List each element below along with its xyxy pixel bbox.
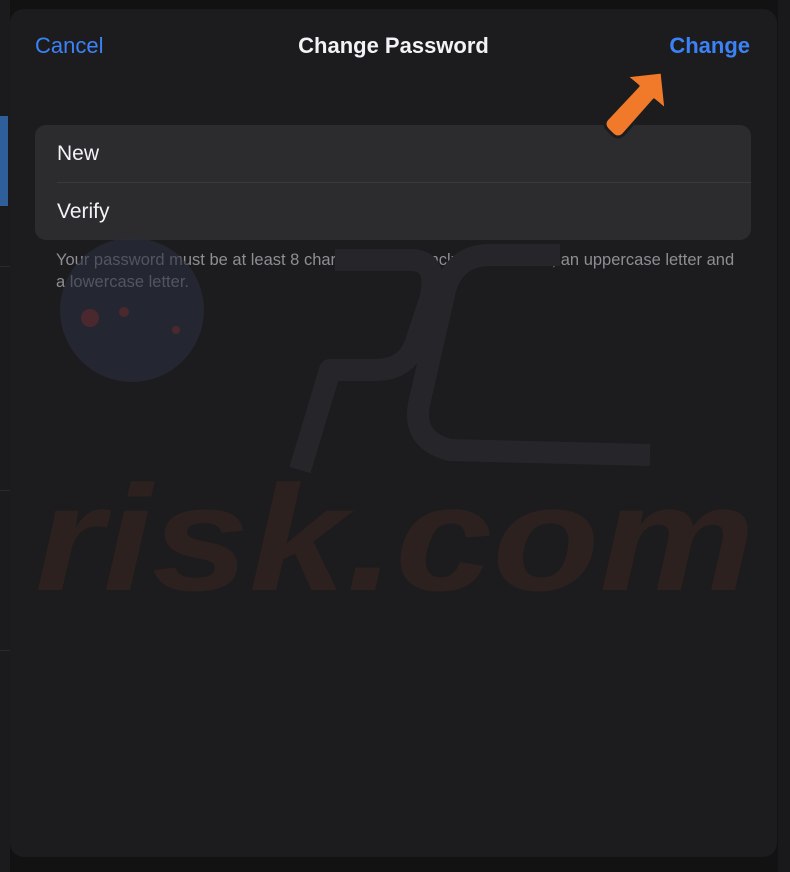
background-divider xyxy=(0,490,10,491)
screen: Cancel Change Password Change New Verify… xyxy=(0,0,790,872)
background-divider xyxy=(0,266,10,267)
cancel-button[interactable]: Cancel xyxy=(35,32,103,60)
background-selected-row xyxy=(0,116,8,206)
password-requirements-hint: Your password must be at least 8 charact… xyxy=(56,251,735,291)
sheet-title: Change Password xyxy=(298,33,489,58)
arrow-pointer-icon xyxy=(603,70,668,139)
verify-password-field[interactable] xyxy=(175,193,739,231)
change-button[interactable]: Change xyxy=(669,32,750,60)
background-detail-edge xyxy=(778,0,790,872)
verify-password-row[interactable]: Verify xyxy=(35,183,751,240)
verify-password-label: Verify xyxy=(57,200,110,223)
new-password-label: New xyxy=(57,142,100,165)
background-divider xyxy=(0,650,10,651)
password-form-group: New Verify xyxy=(35,125,751,240)
